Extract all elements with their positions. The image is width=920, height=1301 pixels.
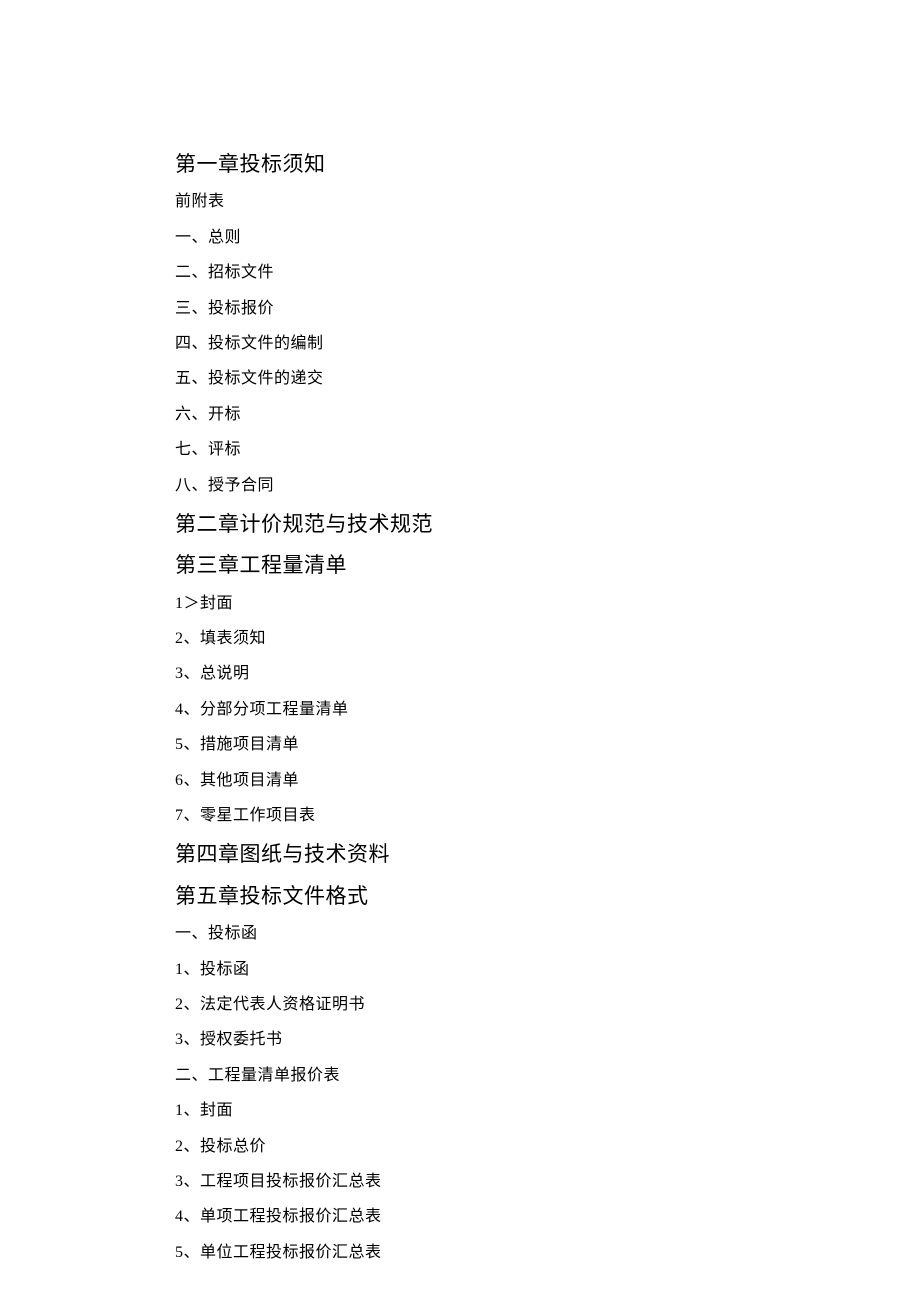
toc-entry: 1＞封面 (175, 593, 920, 615)
toc-entry: 第二章计价规范与技术规范 (175, 510, 920, 539)
toc-entry: 5、单位工程投标报价汇总表 (175, 1242, 920, 1264)
toc-entry: 第四章图纸与技术资料 (175, 840, 920, 869)
toc-entry: 七、评标 (175, 439, 920, 461)
toc-entry: 3、总说明 (175, 663, 920, 685)
toc-entry: 6、其他项目清单 (175, 770, 920, 792)
document-content: 第一章投标须知 前附表 一、总则 二、招标文件 三、投标报价 四、投标文件的编制… (175, 150, 920, 1264)
toc-entry: 二、招标文件 (175, 262, 920, 284)
toc-entry: 4、单项工程投标报价汇总表 (175, 1206, 920, 1228)
toc-entry: 3、工程项目投标报价汇总表 (175, 1171, 920, 1193)
toc-entry: 一、总则 (175, 227, 920, 249)
toc-entry: 3、授权委托书 (175, 1029, 920, 1051)
toc-entry: 四、投标文件的编制 (175, 333, 920, 355)
toc-entry: 三、投标报价 (175, 298, 920, 320)
toc-entry: 7、零星工作项目表 (175, 805, 920, 827)
toc-entry: 六、开标 (175, 404, 920, 426)
toc-entry: 第三章工程量清单 (175, 551, 920, 580)
toc-entry: 五、投标文件的递交 (175, 368, 920, 390)
toc-entry: 1、封面 (175, 1100, 920, 1122)
toc-entry: 1、投标函 (175, 959, 920, 981)
toc-entry: 第一章投标须知 (175, 150, 920, 179)
toc-entry: 2、填表须知 (175, 628, 920, 650)
toc-entry: 八、授予合同 (175, 475, 920, 497)
toc-entry: 4、分部分项工程量清单 (175, 699, 920, 721)
toc-entry: 二、工程量清单报价表 (175, 1065, 920, 1087)
toc-entry: 前附表 (175, 191, 920, 213)
toc-entry: 5、措施项目清单 (175, 734, 920, 756)
toc-entry: 2、法定代表人资格证明书 (175, 994, 920, 1016)
toc-entry: 2、投标总价 (175, 1136, 920, 1158)
toc-entry: 一、投标函 (175, 923, 920, 945)
toc-entry: 第五章投标文件格式 (175, 882, 920, 911)
